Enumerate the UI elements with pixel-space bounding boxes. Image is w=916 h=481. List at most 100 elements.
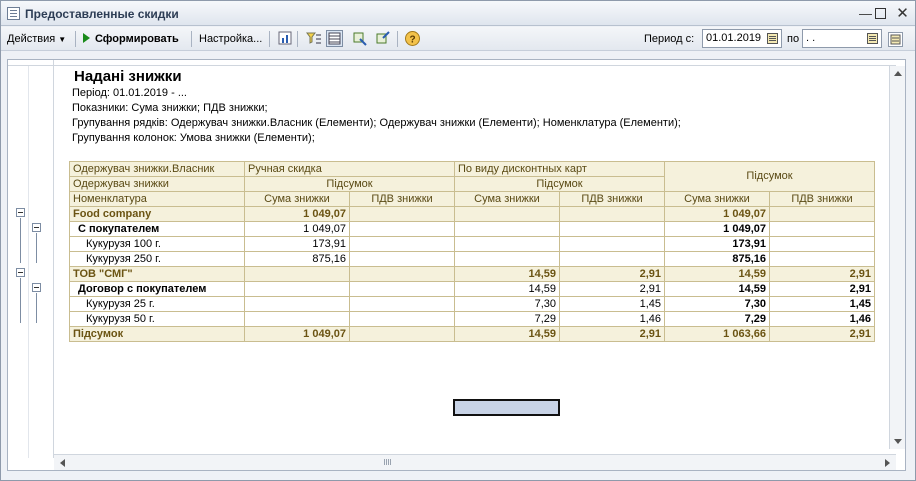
generate-label: Сформировать	[95, 33, 179, 45]
report-window: Предоставленные скидки — ✕ Действия ▼ Сф…	[0, 0, 916, 481]
svg-text:?: ?	[410, 35, 416, 46]
calendar-icon[interactable]	[888, 32, 903, 47]
report-indicators: Показники: Сума знижки; ПДВ знижки;	[72, 102, 268, 114]
table-row[interactable]: Кукурузя 100 г. 173,91 173,91	[69, 236, 875, 252]
outline-line	[20, 218, 21, 263]
period-to-label: по	[787, 33, 800, 45]
header-subtotal: Підсумок	[454, 176, 665, 192]
table-row[interactable]: Кукурузя 50 г. 7,29 1,46 7,29 1,46	[69, 311, 875, 327]
header-recipient: Одержувач знижки	[69, 176, 245, 192]
cell-value: 2,91	[559, 326, 665, 342]
cell-value: 1 049,07	[244, 206, 350, 222]
table-row-subgroup[interactable]: С покупателем 1 049,07 1 049,07	[69, 221, 875, 237]
cell-value	[244, 311, 350, 327]
cell-value	[769, 251, 875, 267]
cell-value	[349, 206, 455, 222]
scroll-left-icon[interactable]	[60, 459, 65, 467]
report-title: Надані знижки	[74, 68, 182, 85]
cell-value: 1,45	[559, 296, 665, 312]
row-label: Кукурузя 250 г.	[69, 251, 245, 267]
vertical-scrollbar[interactable]	[889, 66, 905, 449]
cell-value	[349, 311, 455, 327]
filter-icon[interactable]	[305, 30, 322, 47]
row-label: Кукурузя 50 г.	[69, 311, 245, 327]
cell-value: 1,45	[769, 296, 875, 312]
header-discount-vat: ПДВ знижки	[769, 191, 875, 207]
cell-value: 7,30	[454, 296, 560, 312]
row-label: Кукурузя 25 г.	[69, 296, 245, 312]
header-discount-sum: Сума знижки	[244, 191, 350, 207]
collapse-group-icon[interactable]	[32, 223, 41, 232]
report-icon	[7, 7, 20, 20]
selected-cell[interactable]	[453, 399, 560, 416]
row-label: Підсумок	[69, 326, 245, 342]
calendar-icon[interactable]	[867, 33, 878, 44]
toolbar-divider	[191, 31, 192, 47]
cell-value: 2,91	[559, 281, 665, 297]
cell-value: 14,59	[454, 266, 560, 282]
toolbar-divider	[297, 31, 298, 47]
collapse-group-icon[interactable]	[32, 283, 41, 292]
cell-value	[454, 251, 560, 267]
report-column-grouping: Групування колонок: Умова знижки (Елемен…	[72, 132, 315, 144]
cell-value	[559, 206, 665, 222]
cell-value	[454, 206, 560, 222]
table-row-total[interactable]: Підсумок 1 049,07 14,59 2,91 1 063,66 2,…	[69, 326, 875, 342]
calendar-icon[interactable]	[767, 33, 778, 44]
header-discount-vat: ПДВ знижки	[559, 191, 665, 207]
cell-value	[349, 326, 455, 342]
cell-value	[454, 221, 560, 237]
table-row[interactable]: Кукурузя 25 г. 7,30 1,45 7,30 1,45	[69, 296, 875, 312]
period-to-field[interactable]: . .	[802, 29, 882, 48]
cell-value: 1 049,07	[244, 221, 350, 237]
row-label: С покупателем	[69, 221, 245, 237]
collapse-group-icon[interactable]	[16, 208, 25, 217]
actions-menu[interactable]: Действия ▼	[7, 31, 66, 47]
cell-value: 2,91	[769, 266, 875, 282]
table-row-group[interactable]: ТОВ "СМГ" 14,59 2,91 14,59 2,91	[69, 266, 875, 282]
table-row-group[interactable]: Food company 1 049,07 1 049,07	[69, 206, 875, 222]
period-from-value: 01.01.2019	[706, 32, 762, 44]
title-bar: Предоставленные скидки — ✕	[1, 1, 915, 26]
play-icon	[83, 33, 90, 43]
cell-value	[769, 221, 875, 237]
horizontal-scrollbar[interactable]	[54, 454, 896, 470]
report-period: Період: 01.01.2019 - ...	[72, 87, 187, 99]
table-view-icon[interactable]	[326, 30, 343, 47]
cell-value	[244, 266, 350, 282]
table-row[interactable]: Кукурузя 250 г. 875,16 875,16	[69, 251, 875, 267]
table-row-subgroup[interactable]: Договор с покупателем 14,59 2,91 14,59 2…	[69, 281, 875, 297]
report-area[interactable]: Надані знижки Період: 01.01.2019 - ... П…	[7, 59, 906, 471]
collapse-group-icon[interactable]	[16, 268, 25, 277]
report-table: Одержувач знижки.Власник Ручная скидка П…	[69, 161, 875, 342]
scroll-up-icon[interactable]	[894, 71, 902, 76]
cell-value: 7,30	[664, 296, 770, 312]
cell-value	[769, 236, 875, 252]
cell-value: 14,59	[454, 326, 560, 342]
period-from-field[interactable]: 01.01.2019	[702, 29, 782, 48]
cell-value	[244, 296, 350, 312]
toolbar-divider	[269, 31, 270, 47]
scroll-grip-icon[interactable]	[384, 459, 392, 465]
maximize-icon[interactable]	[875, 8, 886, 19]
cell-value: 2,91	[769, 281, 875, 297]
scroll-down-icon[interactable]	[894, 439, 902, 444]
cell-value	[349, 251, 455, 267]
generate-button[interactable]: Сформировать	[83, 31, 179, 47]
cell-value: 1 049,07	[664, 221, 770, 237]
collapse-groups-icon[interactable]	[374, 30, 391, 47]
cell-value: 173,91	[244, 236, 350, 252]
expand-groups-icon[interactable]	[351, 30, 368, 47]
cell-value	[244, 281, 350, 297]
cell-value: 1 049,07	[244, 326, 350, 342]
scroll-right-icon[interactable]	[885, 459, 890, 467]
help-icon[interactable]: ?	[404, 30, 421, 47]
minimize-icon[interactable]: —	[858, 6, 873, 21]
column-ruler	[8, 60, 896, 66]
close-icon[interactable]: ✕	[895, 6, 910, 21]
header-row: Номенклатура Сума знижки ПДВ знижки Сума…	[69, 191, 875, 207]
cell-value	[349, 266, 455, 282]
cell-value: 7,29	[454, 311, 560, 327]
chart-icon[interactable]	[277, 30, 294, 47]
settings-button[interactable]: Настройка...	[199, 31, 262, 47]
